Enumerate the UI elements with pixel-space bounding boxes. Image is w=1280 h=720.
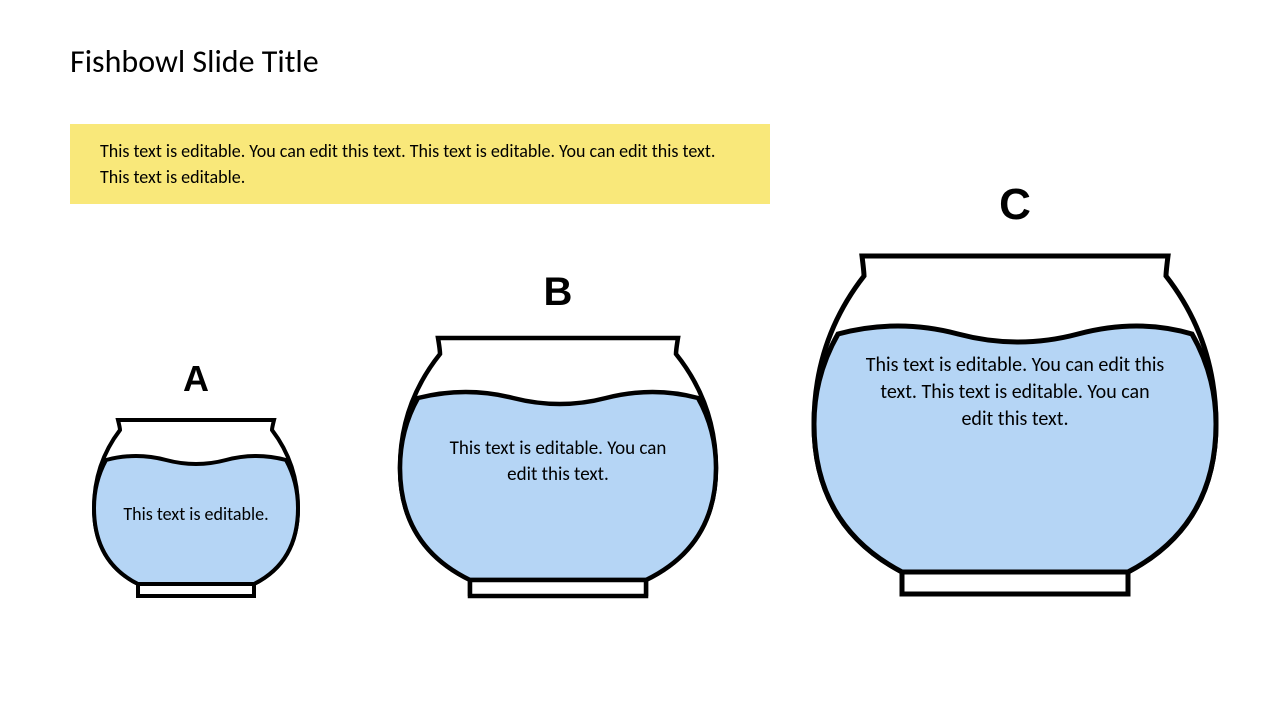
fishbowl-a: A This text is editable. [86, 412, 306, 602]
fishbowl-c: C This text is editable. You can edit th… [800, 244, 1230, 602]
fishbowl-c-label: C [999, 180, 1031, 230]
fishbowl-b-text: This text is editable. You can edit this… [438, 436, 678, 487]
fishbowl-b: B This text is editable. You can edit th… [388, 328, 728, 602]
fishbowl-a-text: This text is editable. [121, 502, 271, 526]
fishbowl-b-label: B [544, 270, 573, 315]
subtitle-callout: This text is editable. You can edit this… [70, 124, 770, 204]
slide-title: Fishbowl Slide Title [70, 42, 319, 81]
fishbowl-c-text: This text is editable. You can edit this… [865, 352, 1165, 433]
fishbowl-a-label: A [183, 358, 209, 400]
subtitle-text: This text is editable. You can edit this… [100, 140, 715, 188]
